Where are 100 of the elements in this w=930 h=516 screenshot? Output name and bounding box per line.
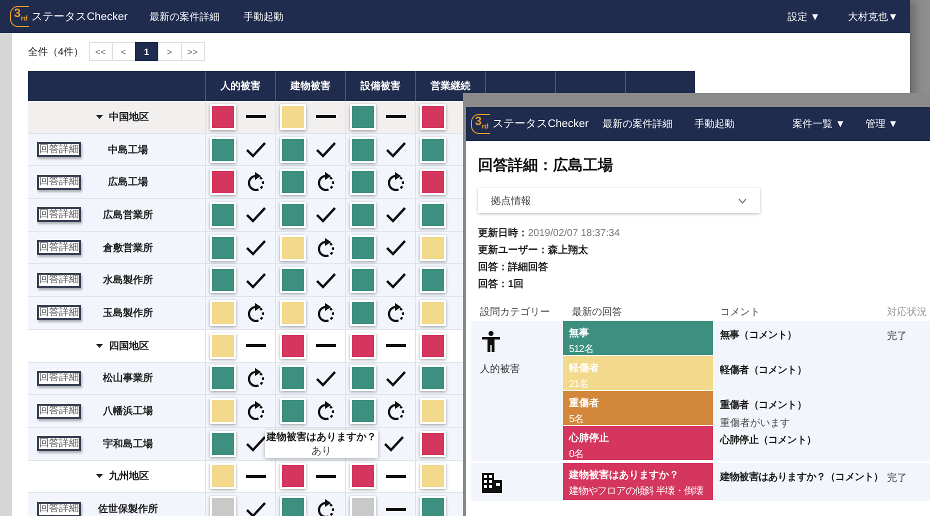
status-square[interactable] [420, 430, 446, 457]
status-text: 完了 [887, 331, 907, 342]
dash-icon [386, 115, 406, 118]
check-icon [384, 368, 406, 388]
status-square[interactable] [210, 267, 236, 294]
status-square[interactable] [420, 365, 446, 392]
status-square[interactable] [210, 365, 236, 392]
status-square[interactable] [350, 398, 376, 424]
page-button[interactable]: > [158, 42, 182, 61]
status-square[interactable] [350, 332, 376, 359]
site-name: 八幡浜工場 [102, 404, 154, 418]
region-name: 九州地区 [109, 470, 149, 484]
info-value: 2019/02/07 18:37:34 [528, 228, 620, 239]
category-name: 人的被害 [480, 362, 521, 376]
status-square[interactable] [280, 463, 306, 490]
nav-link[interactable]: 手動起動 [244, 10, 284, 24]
answer-block: 軽傷者 21名 [563, 356, 713, 391]
status-square[interactable] [420, 169, 446, 196]
status-square[interactable] [280, 169, 306, 196]
status-square[interactable] [420, 496, 446, 516]
status-square[interactable] [280, 496, 306, 516]
status-square[interactable] [350, 234, 376, 261]
retry-icon [386, 401, 405, 422]
detail-button[interactable]: 回答詳細 [37, 502, 81, 516]
menu-link[interactable]: 案件一覧 ▼ [792, 117, 846, 131]
status-square[interactable] [350, 104, 376, 130]
logo: 3$_{rd}$ [10, 6, 29, 27]
detail-button[interactable]: 回答詳細 [37, 240, 81, 256]
status-square[interactable] [350, 300, 376, 326]
building-icon [482, 473, 502, 493]
menu-link[interactable]: 管理 ▼ [865, 117, 898, 131]
detail-button[interactable]: 回答詳細 [37, 305, 81, 320]
dash-icon [316, 474, 336, 478]
check-icon [384, 140, 406, 160]
info-value: 森上翔太 [548, 245, 588, 256]
retry-icon [386, 302, 405, 323]
detail-button[interactable]: 回答詳細 [37, 404, 81, 419]
comment-text: 重傷者がいます [720, 416, 791, 430]
check-icon [384, 238, 406, 258]
status-square[interactable] [350, 463, 376, 490]
person-icon [482, 331, 500, 352]
status-square[interactable] [350, 267, 376, 294]
status-square[interactable] [210, 136, 236, 163]
status-square[interactable] [420, 332, 446, 359]
retry-icon [246, 368, 265, 388]
check-icon [314, 205, 336, 224]
site-name: 広島営業所 [102, 208, 154, 222]
status-square[interactable] [210, 104, 236, 130]
detail-button[interactable]: 回答詳細 [37, 272, 81, 288]
status-square[interactable] [420, 267, 446, 294]
status-square[interactable] [210, 169, 236, 196]
info-label: 更新日時： [478, 228, 528, 239]
page-button[interactable]: < [112, 42, 136, 61]
detail-button[interactable]: 回答詳細 [37, 370, 81, 386]
check-icon [244, 500, 266, 516]
status-square[interactable] [350, 169, 376, 196]
page-button[interactable]: << [88, 42, 113, 61]
retry-icon [386, 172, 405, 192]
status-square[interactable] [280, 365, 306, 392]
status-square[interactable] [350, 136, 376, 163]
nav-link[interactable]: 最新の案件詳細 [150, 10, 220, 24]
status-square[interactable] [280, 267, 306, 294]
status-square[interactable] [280, 202, 306, 228]
status-square[interactable] [350, 365, 376, 392]
detail-button[interactable]: 回答詳細 [37, 142, 81, 158]
menu-link[interactable]: 大村克也▼ [848, 10, 898, 24]
status-square[interactable] [280, 398, 306, 424]
status-square[interactable] [280, 332, 306, 359]
status-square[interactable] [420, 104, 446, 130]
menu-link[interactable]: 設定 ▼ [787, 10, 820, 24]
tooltip-title: 建物被害はありますか？ [265, 430, 378, 444]
nav-link[interactable]: 最新の案件詳細 [602, 117, 673, 131]
answer-block: 重傷者 5名 [563, 391, 713, 426]
page-button[interactable]: >> [180, 42, 205, 61]
dash-icon [386, 508, 406, 511]
comment-title: 建物被害はありますか？（コメント） [720, 470, 883, 484]
dash-icon [246, 344, 266, 348]
status-square[interactable] [420, 136, 446, 163]
detail-button[interactable]: 回答詳細 [37, 436, 81, 452]
app-title: ステータスChecker [492, 117, 589, 132]
site-name: 佐世保製作所 [96, 502, 159, 516]
nav-link[interactable]: 手動起動 [694, 117, 735, 131]
status-square[interactable] [420, 202, 446, 228]
detail-button[interactable]: 回答詳細 [37, 174, 81, 190]
dash-icon [316, 115, 336, 118]
status-square[interactable] [210, 234, 236, 261]
status-square[interactable] [210, 202, 236, 228]
accordion[interactable]: 拠点情報 [478, 188, 760, 213]
check-icon [314, 270, 336, 290]
site-name: 中島工場 [107, 144, 149, 157]
page-button[interactable]: 1 [134, 42, 159, 61]
status-square[interactable] [210, 430, 236, 457]
status-text: 完了 [887, 473, 907, 484]
status-square[interactable] [350, 202, 376, 228]
info-label: 回答： [478, 279, 508, 290]
status-square[interactable] [280, 136, 306, 163]
check-icon [244, 238, 266, 258]
detail-button[interactable]: 回答詳細 [37, 207, 81, 222]
check-icon [384, 205, 406, 224]
check-icon [244, 434, 266, 454]
